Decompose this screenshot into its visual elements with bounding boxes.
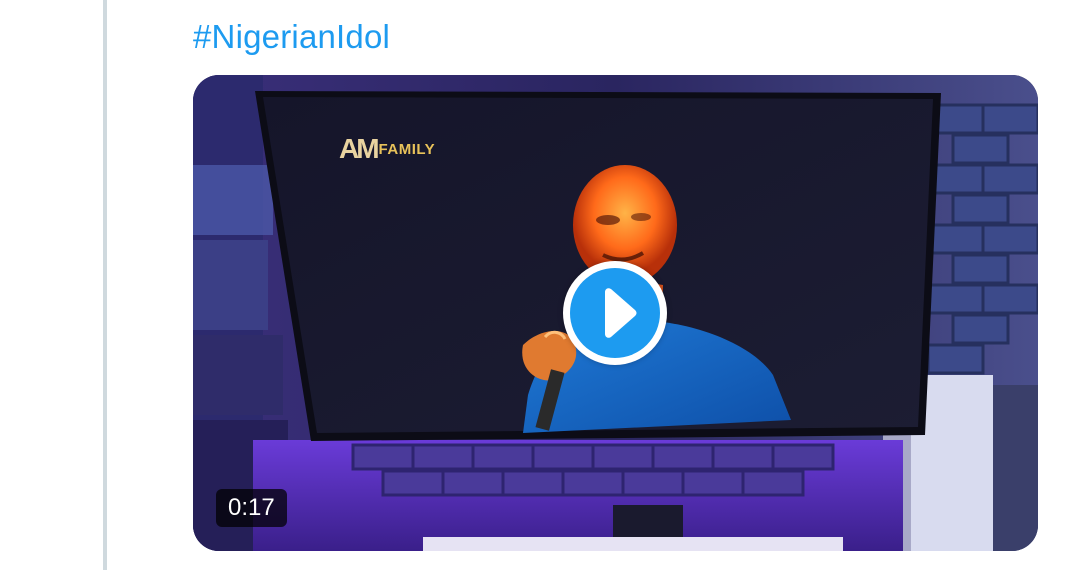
channel-logo-mark: AM — [339, 133, 380, 164]
play-icon — [605, 288, 637, 338]
play-button[interactable] — [563, 261, 667, 365]
hashtag-link[interactable]: #NigerianIdol — [193, 15, 390, 59]
tweet-container: #NigerianIdol AM FAMILY 0:17 — [0, 0, 1079, 570]
video-player[interactable]: AM FAMILY 0:17 — [193, 75, 1038, 551]
video-duration-badge: 0:17 — [216, 489, 287, 527]
channel-logo-text: FAMILY — [378, 140, 436, 158]
play-button-circle — [570, 268, 660, 358]
thread-line — [103, 0, 107, 570]
channel-logo: AM FAMILY — [339, 133, 435, 165]
